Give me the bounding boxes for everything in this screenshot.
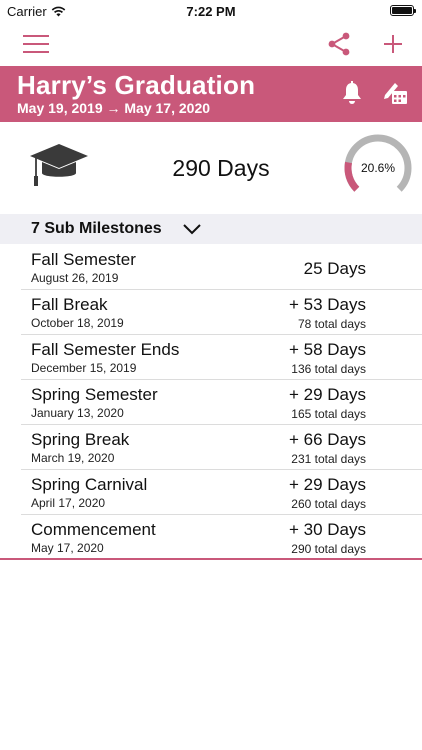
list-item[interactable]: Commencement May 17, 2020 + 30 Days 290 … <box>0 515 422 560</box>
milestone-days: + 53 Days <box>288 295 366 314</box>
milestone-total-days: 136 total days <box>291 362 366 376</box>
milestone-date: October 18, 2019 <box>31 316 124 330</box>
milestone-date: April 17, 2020 <box>31 496 106 510</box>
milestone-list: Fall Semester August 26, 2019 25 Days Fa… <box>0 245 422 560</box>
milestone-summary: 290 Days 20.6% <box>0 122 422 214</box>
event-title: Harry’s Graduation <box>17 70 256 100</box>
milestone-days: + 30 Days <box>288 520 366 539</box>
clock: 7:22 PM <box>186 4 236 19</box>
milestone-name: Spring Carnival <box>31 475 148 494</box>
list-item[interactable]: Spring Carnival April 17, 2020 + 29 Days… <box>0 470 422 515</box>
milestone-total-days: 78 total days <box>297 317 366 331</box>
milestone-days: 25 Days <box>303 259 366 278</box>
milestone-date: December 15, 2019 <box>31 361 137 375</box>
event-date-range: May 19, 2019 → May 17, 2020 <box>17 100 211 116</box>
list-item[interactable]: Fall Break October 18, 2019 + 53 Days 78… <box>0 290 422 335</box>
list-item[interactable]: Spring Break March 19, 2020 + 66 Days 23… <box>0 425 422 470</box>
milestone-total-days: 290 total days <box>291 542 366 556</box>
milestone-days: + 58 Days <box>288 340 366 359</box>
milestone-date: May 17, 2020 <box>31 541 104 555</box>
list-item[interactable]: Spring Semester January 13, 2020 + 29 Da… <box>0 380 422 425</box>
milestone-days: + 29 Days <box>288 385 366 404</box>
milestone-date: August 26, 2019 <box>31 271 119 285</box>
total-days: 290 Days <box>172 155 270 181</box>
edit-calendar-icon[interactable] <box>381 78 411 108</box>
milestone-name: Fall Semester Ends <box>31 340 180 359</box>
sub-milestones-header[interactable]: 7 Sub Milestones <box>0 214 422 244</box>
milestone-days: + 66 Days <box>288 430 366 449</box>
list-item[interactable]: Fall Semester Ends December 15, 2019 + 5… <box>0 335 422 380</box>
milestone-name: Commencement <box>31 520 156 539</box>
milestone-total-days: 231 total days <box>291 452 366 466</box>
milestone-date: March 19, 2020 <box>31 451 115 465</box>
sub-milestones-title: 7 Sub Milestones <box>31 220 162 237</box>
event-header: Harry’s Graduation May 19, 2019 → May 17… <box>0 66 422 122</box>
battery-icon <box>390 5 416 16</box>
chevron-down-icon[interactable] <box>182 222 202 240</box>
milestone-total-days: 260 total days <box>291 497 366 511</box>
graduation-cap-icon <box>28 142 90 195</box>
plus-icon[interactable] <box>379 30 407 58</box>
status-bar: Carrier 7:22 PM <box>0 0 422 22</box>
milestone-name: Fall Semester <box>31 250 136 269</box>
milestone-name: Fall Break <box>31 295 108 314</box>
milestone-total-days: 165 total days <box>291 407 366 421</box>
milestone-date: January 13, 2020 <box>31 406 124 420</box>
milestone-name: Spring Break <box>31 430 130 449</box>
nav-bar <box>0 22 422 66</box>
bell-icon[interactable] <box>337 78 367 108</box>
milestone-name: Spring Semester <box>31 385 158 404</box>
share-icon[interactable] <box>325 30 353 58</box>
progress-percent: 20.6% <box>360 161 396 175</box>
milestone-days: + 29 Days <box>288 475 366 494</box>
hamburger-icon[interactable] <box>22 30 50 58</box>
list-item[interactable]: Fall Semester August 26, 2019 25 Days <box>0 245 422 290</box>
